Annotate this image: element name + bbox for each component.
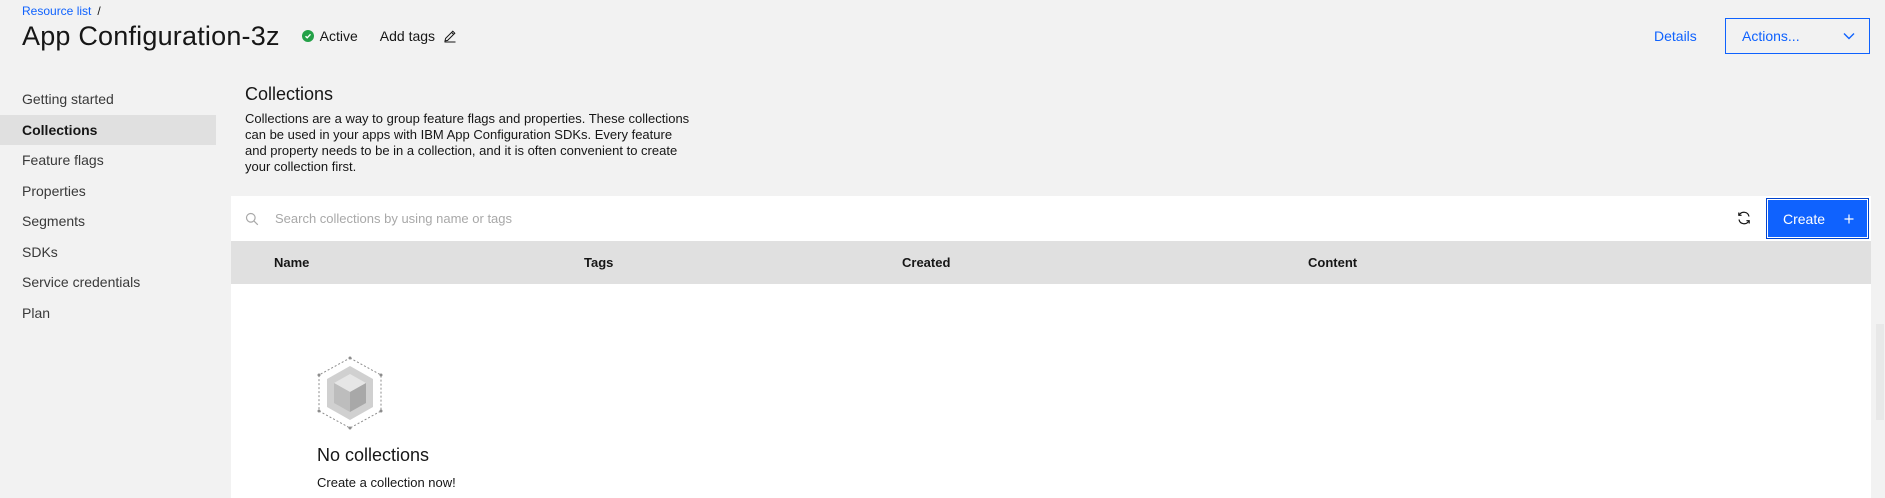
column-header-content[interactable]: Content [1308, 255, 1357, 270]
details-link[interactable]: Details [1654, 28, 1697, 44]
cube-icon [317, 356, 383, 430]
sidebar-item-segments[interactable]: Segments [0, 206, 216, 237]
breadcrumb: Resource list / [22, 4, 101, 18]
sidebar-item-service-credentials[interactable]: Service credentials [0, 267, 216, 298]
add-tags-label: Add tags [379, 28, 436, 44]
status-badge: Active [301, 28, 358, 44]
empty-state-title: No collections [317, 445, 430, 465]
actions-dropdown[interactable]: Actions... [1725, 18, 1870, 54]
sidebar-item-collections[interactable]: Collections [0, 114, 216, 145]
breadcrumb-separator: / [97, 4, 101, 18]
sidebar-item-plan[interactable]: Plan [0, 298, 216, 329]
table-toolbar: Create [231, 196, 1871, 241]
status-text: Active [319, 28, 358, 44]
refresh-icon[interactable] [1736, 210, 1752, 226]
section-title: Collections [245, 84, 334, 104]
sidebar: Getting started Collections Feature flag… [0, 84, 216, 328]
pencil-icon [444, 30, 456, 43]
table-header: Name Tags Created Content [231, 241, 1871, 284]
add-tags-button[interactable]: Add tags [380, 28, 457, 44]
section-description: Collections are a way to group feature f… [245, 111, 690, 174]
plus-icon [1844, 214, 1854, 223]
sidebar-item-properties[interactable]: Properties [0, 176, 216, 207]
scrollbar[interactable] [1876, 324, 1884, 420]
search-icon [245, 212, 259, 225]
empty-state-subtitle: Create a collection now! [317, 475, 456, 490]
page-title: App Configuration-3z [22, 20, 280, 51]
sidebar-item-feature-flags[interactable]: Feature flags [0, 145, 216, 176]
table-body: No collections Create a collection now! [231, 284, 1871, 498]
check-circle-icon [301, 30, 314, 42]
title-row: App Configuration-3z Active Add tags [22, 18, 457, 54]
create-button[interactable]: Create [1766, 198, 1869, 239]
search-input[interactable] [275, 211, 1615, 226]
column-header-name[interactable]: Name [274, 255, 309, 270]
actions-label: Actions... [1742, 28, 1800, 44]
column-header-tags[interactable]: Tags [584, 255, 613, 270]
chevron-down-icon [1843, 33, 1855, 40]
breadcrumb-resource-list-link[interactable]: Resource list [22, 4, 91, 18]
sidebar-item-getting-started[interactable]: Getting started [0, 84, 216, 115]
collections-header: Collections Collections are a way to gro… [245, 84, 695, 175]
sidebar-item-sdks[interactable]: SDKs [0, 237, 216, 268]
create-label: Create [1783, 210, 1826, 227]
column-header-created[interactable]: Created [902, 255, 950, 270]
